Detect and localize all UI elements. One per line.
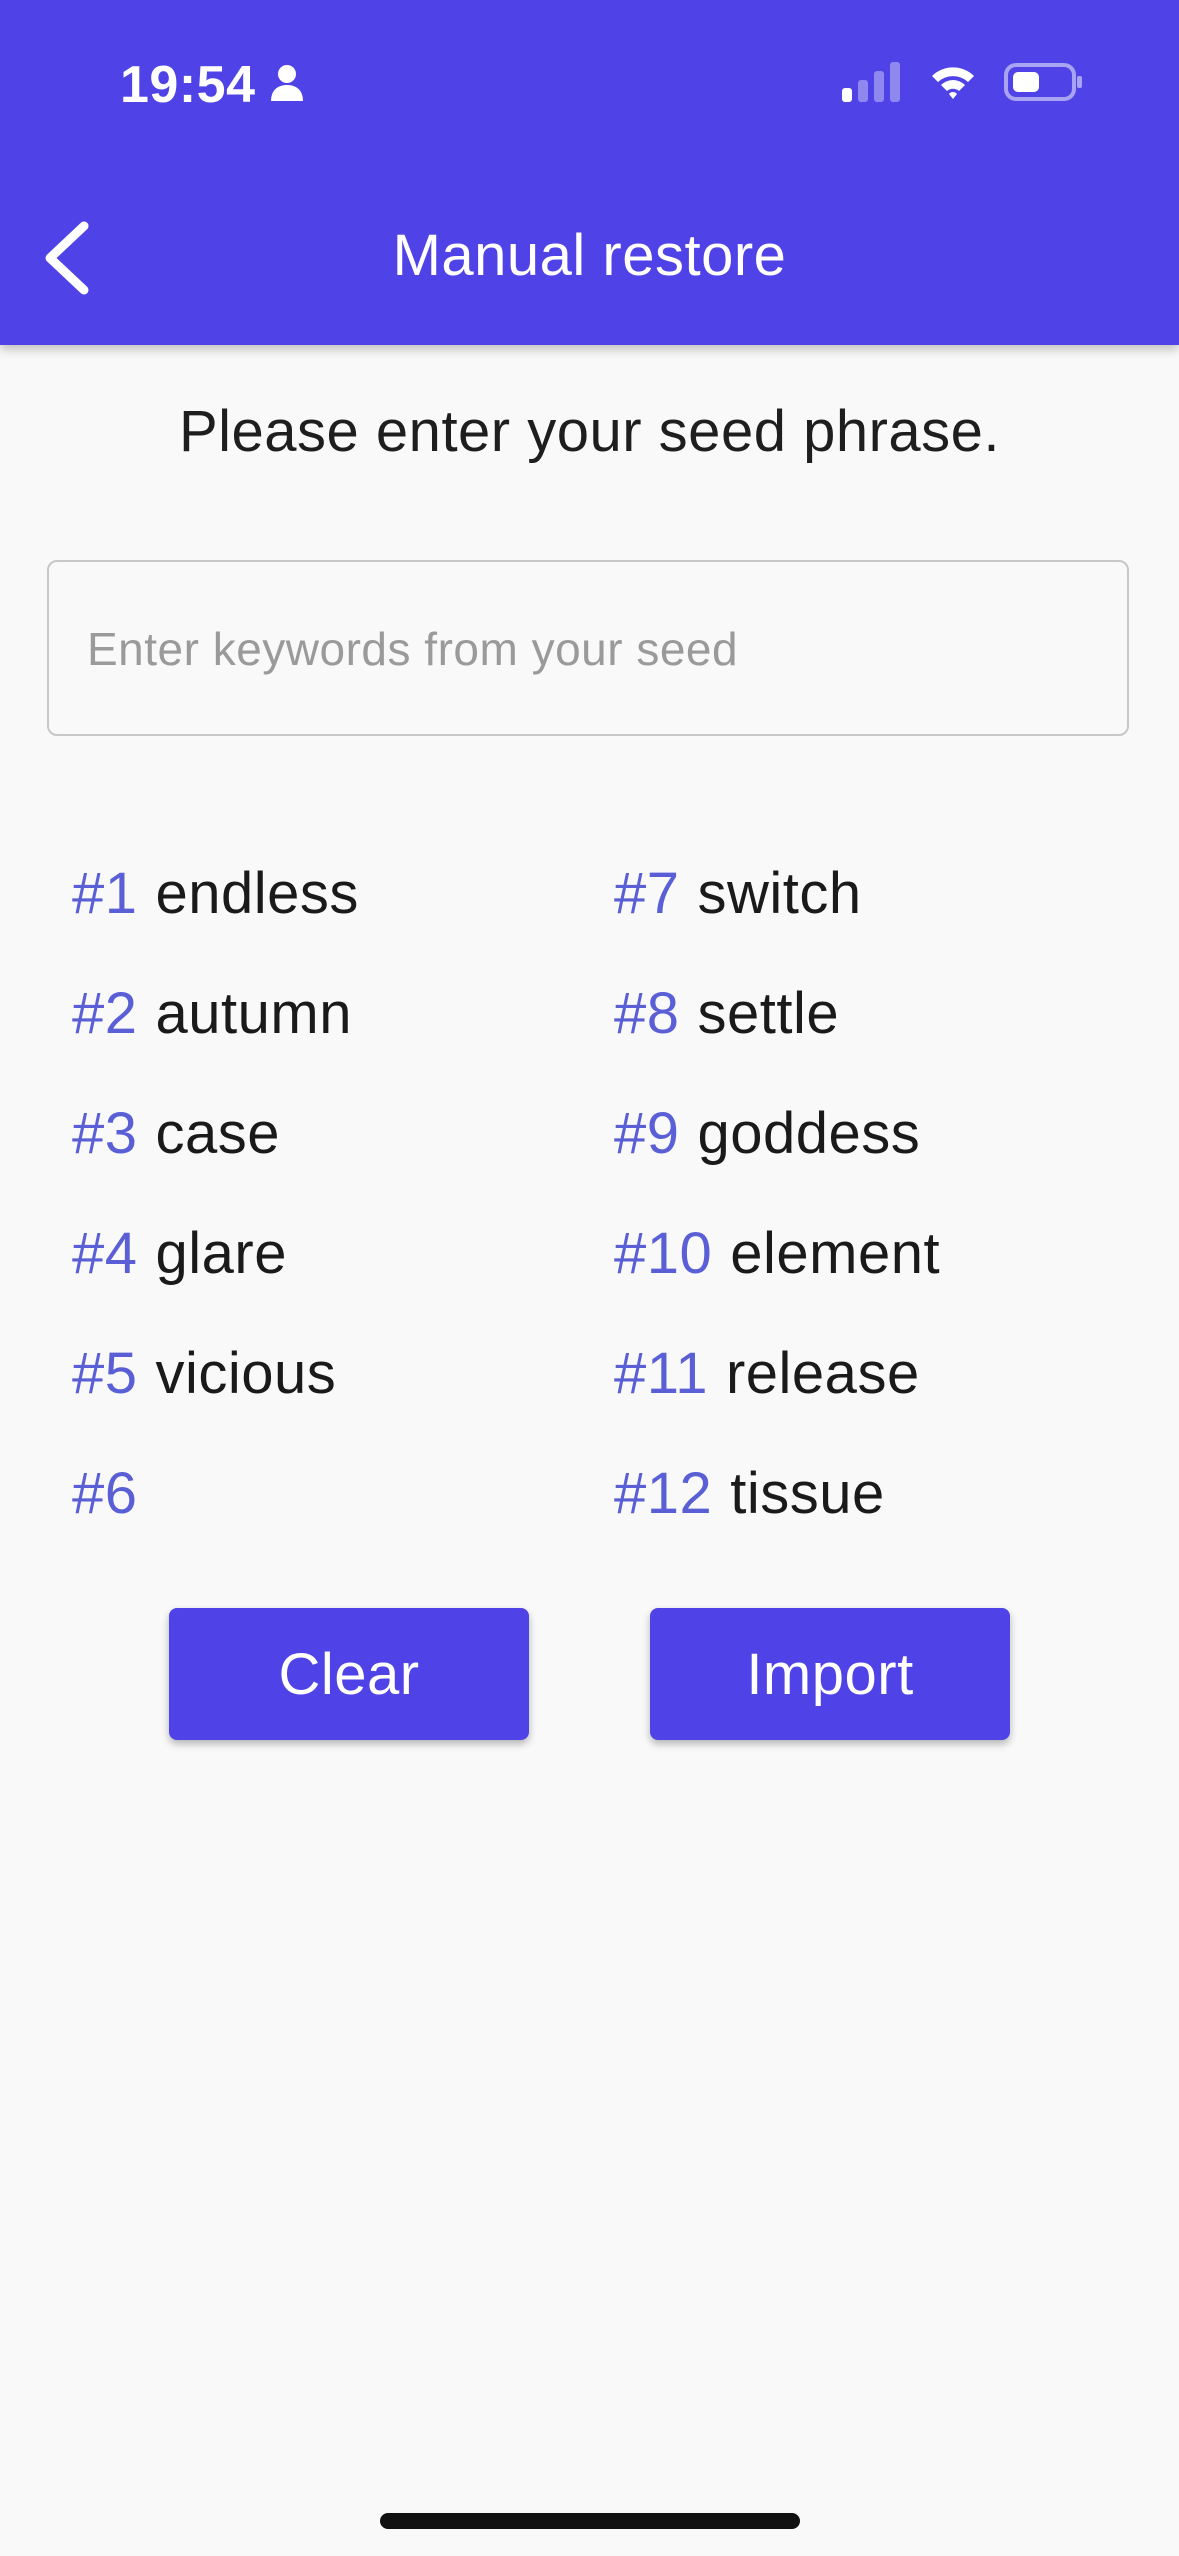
- battery-icon: [1004, 62, 1084, 107]
- seed-word-text: endless: [155, 861, 359, 926]
- seed-word-12: #12 tissue: [614, 1460, 885, 1527]
- status-time: 19:54: [120, 55, 304, 115]
- seed-word-index: #5: [72, 1341, 138, 1406]
- seed-word-text: release: [725, 1341, 920, 1406]
- seed-word-index: #12: [614, 1461, 713, 1526]
- seed-search-input[interactable]: [85, 562, 1089, 736]
- seed-word-index: #8: [614, 981, 680, 1046]
- seed-word-index: #3: [72, 1101, 138, 1166]
- person-icon: [270, 55, 304, 115]
- status-icons: [842, 62, 1084, 107]
- seed-word-text: goddess: [697, 1101, 921, 1166]
- seed-search-field[interactable]: [47, 560, 1129, 736]
- seed-word-7: #7 switch: [614, 860, 862, 927]
- seed-word-index: #10: [614, 1221, 713, 1286]
- seed-word-text: vicious: [155, 1341, 337, 1406]
- seed-word-text: autumn: [155, 981, 352, 1046]
- seed-word-index: #7: [614, 861, 680, 926]
- seed-word-6: #6: [72, 1460, 156, 1527]
- clear-button[interactable]: Clear: [169, 1608, 529, 1740]
- seed-word-5: #5 vicious: [72, 1340, 336, 1407]
- seed-word-index: #6: [72, 1461, 138, 1526]
- seed-word-1: #1 endless: [72, 860, 359, 927]
- seed-word-index: #11: [614, 1341, 708, 1406]
- seed-word-text: glare: [155, 1221, 287, 1286]
- seed-word-index: #1: [72, 861, 138, 926]
- seed-word-10: #10 element: [614, 1220, 940, 1287]
- seed-word-index: #4: [72, 1221, 138, 1286]
- seed-word-text: switch: [697, 861, 862, 926]
- page-title: Manual restore: [392, 223, 787, 288]
- seed-word-index: #2: [72, 981, 138, 1046]
- seed-word-2: #2 autumn: [72, 980, 352, 1047]
- instruction-text: Please enter your seed phrase.: [178, 399, 1001, 464]
- home-indicator[interactable]: [380, 2513, 800, 2529]
- status-time-text: 19:54: [120, 56, 256, 114]
- seed-word-4: #4 glare: [72, 1220, 287, 1287]
- seed-word-9: #9 goddess: [614, 1100, 920, 1167]
- seed-word-text: tissue: [730, 1461, 885, 1526]
- import-button[interactable]: Import: [650, 1608, 1010, 1740]
- seed-word-text: element: [730, 1221, 941, 1286]
- app-bar: 19:54 Manual restore: [0, 0, 1179, 345]
- seed-word-11: #11 release: [614, 1340, 920, 1407]
- seed-word-index: #9: [614, 1101, 680, 1166]
- wifi-icon: [930, 64, 976, 105]
- seed-word-8: #8 settle: [614, 980, 839, 1047]
- signal-icon: [842, 62, 902, 107]
- seed-word-text: settle: [697, 981, 840, 1046]
- seed-word-text: case: [155, 1101, 281, 1166]
- seed-word-3: #3 case: [72, 1100, 280, 1167]
